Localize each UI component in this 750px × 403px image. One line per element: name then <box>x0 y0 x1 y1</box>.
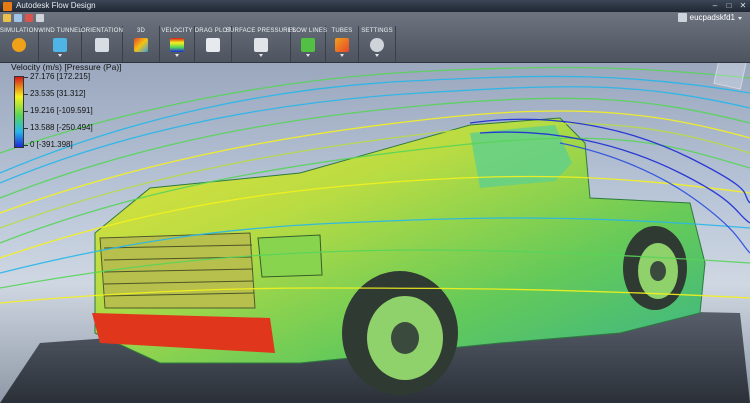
surface-pressures-icon <box>254 38 268 52</box>
panel-label: SIMULATION <box>0 28 39 34</box>
legend-title: Velocity (m/s) [Pressure (Pa)] <box>11 63 122 72</box>
panel-velocity[interactable]: VELOCITY <box>160 26 195 62</box>
legend-tick <box>23 111 28 112</box>
velocity-legend: Velocity (m/s) [Pressure (Pa)] 27.176 [1… <box>3 63 153 155</box>
velocity-icon <box>170 38 184 52</box>
panel-label: FLOW LINES <box>288 28 328 34</box>
wind-tunnel-icon <box>53 38 67 52</box>
window-title: Autodesk Flow Design <box>16 1 96 10</box>
panel-label: 3D <box>136 28 146 34</box>
panel-surface-pressures[interactable]: SURFACE PRESSURES <box>226 26 296 62</box>
chevron-down-icon <box>306 54 310 57</box>
title-bar: Autodesk Flow Design – □ ✕ <box>0 0 750 12</box>
flow-lines-icon <box>301 38 315 52</box>
chevron-down-icon <box>259 54 263 57</box>
simulation-icon <box>12 38 26 52</box>
ribbon-toolbar: eucpadskfd1 SIMULATION WIND TUNNEL ORIEN… <box>0 12 750 63</box>
chevron-down-icon <box>738 17 742 20</box>
maximize-button[interactable]: □ <box>722 0 736 12</box>
panel-orientation[interactable]: ORIENTATION <box>80 26 124 62</box>
record-icon[interactable] <box>25 14 33 22</box>
panel-settings[interactable]: SETTINGS <box>359 26 396 62</box>
front-wheel <box>342 271 458 395</box>
legend-label: 23.535 [31.312] <box>30 89 86 98</box>
tubes-icon <box>335 38 349 52</box>
save-icon[interactable] <box>14 14 22 22</box>
legend-label: 13.588 [-250.494] <box>30 123 93 132</box>
user-menu[interactable]: eucpadskfd1 <box>677 13 742 22</box>
legend-tick <box>23 94 28 95</box>
drag-plot-icon <box>206 38 220 52</box>
ribbon-panels: SIMULATION WIND TUNNEL ORIENTATION 3D VE… <box>0 26 396 62</box>
orientation-icon <box>95 38 109 52</box>
document-icon[interactable] <box>36 14 44 22</box>
panel-label: TUBES <box>331 28 353 34</box>
panel-wind-tunnel[interactable]: WIND TUNNEL <box>38 26 82 62</box>
legend-tick <box>23 77 28 78</box>
legend-color-scale <box>14 76 24 148</box>
legend-label-max: 27.176 [172.215] <box>30 72 91 81</box>
headlight <box>257 234 323 278</box>
gear-icon <box>370 38 384 52</box>
panel-flow-lines[interactable]: FLOW LINES <box>288 26 328 62</box>
username: eucpadskfd1 <box>689 13 735 22</box>
minimize-button[interactable]: – <box>708 0 722 12</box>
panel-label: VELOCITY <box>161 28 193 34</box>
flow-design-app: Autodesk Flow Design – □ ✕ eucpadskfd1 S… <box>0 0 750 403</box>
3d-viewport[interactable]: Velocity (m/s) [Pressure (Pa)] 27.176 [1… <box>0 63 750 403</box>
legend-tick <box>23 145 28 146</box>
window-controls: – □ ✕ <box>708 0 750 12</box>
chevron-down-icon <box>175 54 179 57</box>
legend-label-min: 0 [-391.398] <box>30 140 73 149</box>
chevron-down-icon <box>375 54 379 57</box>
panel-label: SURFACE PRESSURES <box>225 28 297 34</box>
avatar <box>677 13 687 22</box>
legend-tick <box>23 128 28 129</box>
3d-icon <box>134 38 148 52</box>
open-icon[interactable] <box>3 14 11 22</box>
close-button[interactable]: ✕ <box>736 0 750 12</box>
panel-tubes[interactable]: TUBES <box>326 26 359 62</box>
rear-wheel <box>623 226 687 310</box>
chevron-down-icon <box>340 54 344 57</box>
cab-window <box>470 125 572 188</box>
panel-label: ORIENTATION <box>80 28 124 34</box>
panel-simulation[interactable]: SIMULATION <box>0 26 39 62</box>
panel-label: SETTINGS <box>361 28 393 34</box>
panel-3d[interactable]: 3D <box>123 26 160 62</box>
app-logo-icon <box>3 1 12 11</box>
quick-access-toolbar <box>0 12 65 24</box>
panel-label: WIND TUNNEL <box>38 28 82 34</box>
chevron-down-icon <box>58 54 62 57</box>
legend-label: 19.216 [-109.591] <box>30 106 93 115</box>
